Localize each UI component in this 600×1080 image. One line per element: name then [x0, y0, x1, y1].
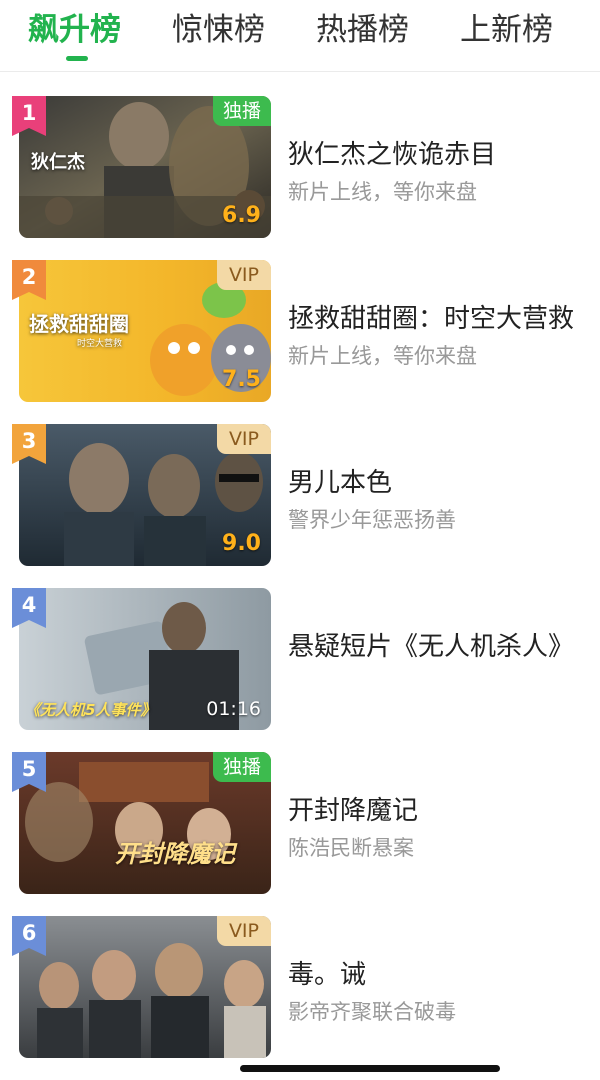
list-item[interactable]: 狄仁杰 独播 6.9 1 狄仁杰之恢诡赤目 新片上线，等你来盘: [0, 96, 600, 238]
rank-number: 6: [21, 921, 37, 945]
rating-score: 7.5: [222, 367, 261, 392]
item-subtitle: 警界少年惩恶扬善: [288, 508, 456, 532]
item-title[interactable]: 毒。诫: [288, 954, 366, 991]
poster-thumbnail[interactable]: 开封降魔记 独播: [19, 752, 271, 894]
poster-thumbnail[interactable]: 拯救甜甜圈 时空大营救 VIP 7.5: [19, 260, 271, 402]
rank-number: 2: [21, 265, 37, 289]
exclusive-badge: 独播: [212, 752, 271, 782]
vip-badge: VIP: [216, 916, 271, 946]
vip-badge: VIP: [216, 260, 271, 290]
rank-badge: 4: [12, 588, 46, 628]
tab-new-chart[interactable]: 上新榜: [460, 10, 553, 50]
exclusive-badge: 独播: [212, 96, 271, 126]
item-title[interactable]: 狄仁杰之恢诡赤目: [288, 134, 496, 171]
item-title[interactable]: 开封降魔记: [288, 790, 418, 827]
rank-number: 5: [21, 757, 37, 781]
rank-number: 3: [21, 429, 37, 453]
poster-title-text: 开封降魔记: [115, 840, 235, 868]
item-subtitle: 影帝齐聚联合破毒: [288, 1000, 456, 1024]
rating-score: 9.0: [222, 531, 261, 556]
poster-title-text: 《无人机5人事件》: [25, 701, 156, 719]
rank-badge: 1: [12, 96, 46, 136]
tab-rising-chart[interactable]: 飙升榜: [28, 10, 121, 50]
item-title[interactable]: 悬疑短片《无人机杀人》: [288, 626, 574, 663]
item-title[interactable]: 男儿本色: [288, 462, 392, 499]
list-item[interactable]: 拯救甜甜圈 时空大营救 VIP 7.5 2 拯救甜甜圈：时空大营救 新片上线，等…: [0, 260, 600, 402]
active-tab-indicator: [66, 56, 88, 61]
rank-badge: 5: [12, 752, 46, 792]
ranking-tabs: 飙升榜 惊悚榜 热播榜 上新榜: [0, 0, 600, 70]
rank-badge: 3: [12, 424, 46, 464]
item-subtitle: 陈浩民断悬案: [288, 836, 414, 860]
item-subtitle: 新片上线，等你来盘: [288, 344, 477, 368]
item-subtitle: 新片上线，等你来盘: [288, 180, 477, 204]
poster-thumbnail[interactable]: VIP: [19, 916, 271, 1058]
list-item[interactable]: 《无人机5人事件》 01:16 4 悬疑短片《无人机杀人》: [0, 588, 600, 730]
home-indicator[interactable]: [240, 1065, 500, 1072]
rating-score: 6.9: [222, 203, 261, 228]
poster-title-text: 拯救甜甜圈: [29, 312, 129, 336]
tabs-divider: [0, 71, 600, 72]
video-duration: 01:16: [206, 698, 261, 720]
list-item[interactable]: VIP 9.0 3 男儿本色 警界少年惩恶扬善: [0, 424, 600, 566]
poster-thumbnail[interactable]: 《无人机5人事件》 01:16: [19, 588, 271, 730]
rank-number: 1: [21, 101, 37, 125]
rank-badge: 2: [12, 260, 46, 300]
poster-thumbnail[interactable]: 狄仁杰 独播 6.9: [19, 96, 271, 238]
item-title[interactable]: 拯救甜甜圈：时空大营救: [288, 298, 574, 335]
list-item[interactable]: VIP 6 毒。诫 影帝齐聚联合破毒: [0, 916, 600, 1058]
poster-subtitle-text: 时空大营救: [77, 339, 123, 349]
tab-thriller-chart[interactable]: 惊悚榜: [172, 10, 265, 50]
poster-thumbnail[interactable]: VIP 9.0: [19, 424, 271, 566]
rank-number: 4: [21, 593, 37, 617]
vip-badge: VIP: [216, 424, 271, 454]
rank-badge: 6: [12, 916, 46, 956]
list-item[interactable]: 开封降魔记 独播 5 开封降魔记 陈浩民断悬案: [0, 752, 600, 894]
poster-title-text: 狄仁杰: [31, 152, 85, 173]
tab-hot-chart[interactable]: 热播榜: [316, 10, 409, 50]
